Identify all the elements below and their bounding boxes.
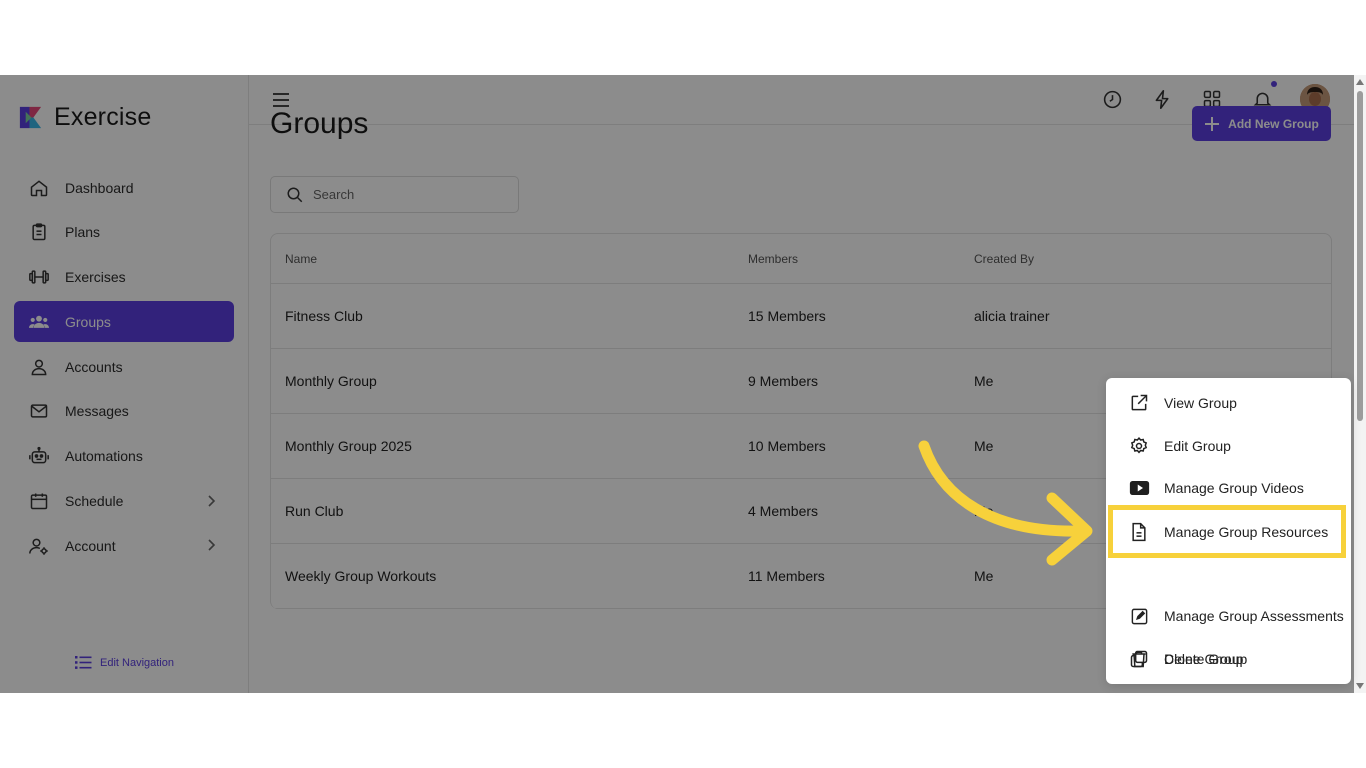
cell-name: Weekly Group Workouts <box>285 568 437 584</box>
cell-name: Monthly Group <box>285 373 377 389</box>
document-icon <box>1128 521 1150 543</box>
table-row[interactable]: Fitness Club 15 Members alicia trainer <box>271 284 1331 349</box>
edit-navigation-label: Edit Navigation <box>100 656 174 669</box>
menu-item-label: Manage Group Assessments <box>1164 608 1344 624</box>
cell-members: 9 Members <box>748 373 819 389</box>
calendar-icon <box>28 490 50 512</box>
sidebar-item-label: Exercises <box>65 269 126 286</box>
menu-item-label: Edit Group <box>1164 438 1231 454</box>
cell-created-by: Me <box>974 568 994 584</box>
header-name[interactable]: Name <box>285 252 317 266</box>
cell-created-by: Me <box>974 438 994 454</box>
cell-members: 15 Members <box>748 308 826 324</box>
table-header: Name Members Created By <box>271 234 1331 284</box>
cell-name: Run Club <box>285 503 344 519</box>
plus-icon <box>1205 116 1220 131</box>
menu-item-view-group[interactable]: View Group <box>1106 382 1351 424</box>
page-scrollbar[interactable] <box>1354 75 1366 693</box>
scroll-thumb[interactable] <box>1357 91 1363 421</box>
menu-item-manage-group-videos[interactable]: Manage Group Videos <box>1106 467 1351 509</box>
sidebar-item-label: Accounts <box>65 358 123 375</box>
sidebar-item-plans[interactable]: Plans <box>14 212 234 253</box>
chevron-right-icon <box>208 539 216 551</box>
cell-created-by: Me <box>974 373 994 389</box>
sidebar-item-label: Account <box>65 537 116 554</box>
add-new-group-label: Add New Group <box>1228 116 1319 131</box>
sidebar-item-label: Messages <box>65 403 129 420</box>
video-icon <box>1128 477 1150 499</box>
menu-item-delete-group[interactable]: Delete Group <box>1106 638 1351 680</box>
user-gear-icon <box>28 535 50 557</box>
menu-item-label: Manage Group Resources <box>1164 524 1329 540</box>
header-created-by[interactable]: Created By <box>974 252 1034 266</box>
user-icon <box>28 356 50 378</box>
edit-navigation-link[interactable]: Edit Navigation <box>75 655 174 670</box>
logo-icon <box>19 106 42 129</box>
sidebar-nav: Dashboard Plans Exercises Groups Account… <box>14 167 234 570</box>
sidebar-item-label: Automations <box>65 448 143 465</box>
brand-name: Exercise <box>54 103 152 131</box>
lightning-icon[interactable] <box>1150 87 1174 111</box>
menu-item-manage-group-resources[interactable]: Manage Group Resources <box>1106 511 1351 553</box>
sidebar-item-groups[interactable]: Groups <box>14 301 234 343</box>
home-icon <box>28 177 50 199</box>
external-link-icon <box>1128 392 1150 414</box>
menu-item-edit-group[interactable]: Edit Group <box>1106 425 1351 467</box>
search-icon <box>287 187 303 202</box>
sidebar-item-label: Groups <box>65 313 111 330</box>
sidebar-item-schedule[interactable]: Schedule <box>14 481 234 522</box>
cell-members: 11 Members <box>748 568 825 584</box>
page-title: Groups <box>270 107 369 140</box>
menu-item-label: Manage Group Videos <box>1164 480 1304 496</box>
chevron-right-icon <box>208 495 216 507</box>
cell-name: Fitness Club <box>285 308 363 324</box>
sidebar-item-label: Dashboard <box>65 179 134 196</box>
clipboard-icon <box>28 221 50 243</box>
edit-square-icon <box>1128 605 1150 627</box>
header-members[interactable]: Members <box>748 252 798 266</box>
sidebar-item-accounts[interactable]: Accounts <box>14 346 234 387</box>
cell-created-by: alicia trainer <box>974 308 1050 324</box>
add-new-group-button[interactable]: Add New Group <box>1192 106 1331 141</box>
cell-created-by: Me <box>974 503 994 519</box>
cell-members: 4 Members <box>748 503 819 519</box>
clock-icon[interactable] <box>1100 87 1124 111</box>
brand[interactable]: Exercise <box>17 103 151 132</box>
gear-icon <box>1128 435 1150 457</box>
search-box <box>270 176 519 213</box>
menu-item-label: Delete Group <box>1164 651 1248 667</box>
search-input[interactable] <box>313 187 493 202</box>
robot-icon <box>28 445 50 467</box>
sidebar-item-exercises[interactable]: Exercises <box>14 257 234 298</box>
cell-name: Monthly Group 2025 <box>285 438 412 454</box>
users-icon <box>28 311 50 333</box>
sidebar-item-label: Schedule <box>65 493 124 510</box>
menu-item-manage-group-assessments[interactable]: Manage Group Assessments <box>1106 595 1351 637</box>
sidebar-item-label: Plans <box>65 224 101 241</box>
sidebar-item-automations[interactable]: Automations <box>14 436 234 477</box>
mail-icon <box>28 400 50 422</box>
sidebar-item-account[interactable]: Account <box>14 525 234 566</box>
scroll-up-arrow[interactable] <box>1356 79 1364 85</box>
topbar <box>249 75 1354 125</box>
dumbbell-icon <box>28 266 50 288</box>
cell-members: 10 Members <box>748 438 826 454</box>
sidebar: Exercise Dashboard Plans Exercises Group… <box>0 75 249 693</box>
notification-dot <box>1271 81 1277 87</box>
list-icon <box>75 656 92 669</box>
trash-icon <box>1128 648 1150 670</box>
menu-item-label: View Group <box>1164 395 1237 411</box>
sidebar-item-dashboard[interactable]: Dashboard <box>14 167 234 208</box>
sidebar-item-messages[interactable]: Messages <box>14 391 234 432</box>
scroll-down-arrow[interactable] <box>1356 683 1364 689</box>
